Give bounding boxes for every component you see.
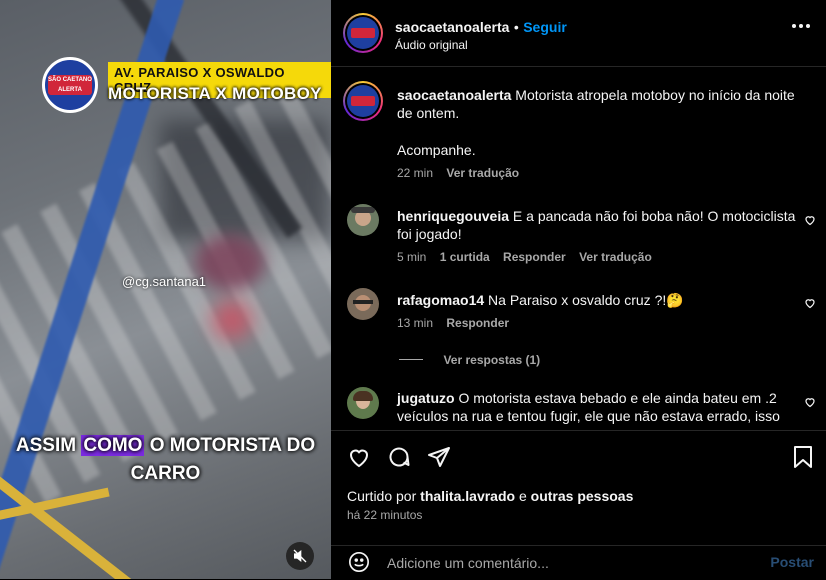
video-caption: ASSIM COMO O MOTORISTA DO CARRO (0, 432, 331, 488)
liked-by: Curtido por thalita.lavrado e outras pes… (347, 487, 633, 505)
comment-username[interactable]: rafagomao14 (397, 292, 484, 308)
comment-meta: 5 min 1 curtida Responder Ver tradução (397, 250, 652, 264)
logo-text: SÃO CAETANO (48, 77, 92, 83)
view-replies[interactable]: Ver respostas (1) (399, 351, 540, 369)
like-comment-icon[interactable] (804, 214, 816, 226)
post-comment-button[interactable]: Postar (770, 554, 814, 570)
liked-by-user[interactable]: thalita.lavrado (420, 488, 515, 504)
comments-list: saocaetanoalerta Motorista atropela moto… (331, 67, 826, 429)
comment-composer: Postar (331, 545, 826, 580)
liked-by-prefix: Curtido por (347, 488, 421, 504)
comment-time[interactable]: 5 min (397, 250, 426, 264)
commenter-avatar[interactable] (347, 204, 379, 236)
author-avatar[interactable] (343, 81, 383, 121)
caption-time[interactable]: 22 min (397, 166, 433, 180)
caption-text: ASSIM (15, 435, 82, 456)
comment-likes[interactable]: 1 curtida (440, 250, 490, 264)
reply-button[interactable]: Responder (446, 316, 509, 330)
emoji-icon[interactable] (348, 551, 370, 573)
caption-highlight: COMO (81, 435, 145, 456)
caption-username[interactable]: saocaetanoalerta (397, 87, 511, 103)
post-header: saocaetanoalerta • Seguir Áudio original (331, 0, 826, 67)
commenter-avatar[interactable] (347, 288, 379, 320)
follow-button[interactable]: Seguir (523, 19, 567, 35)
comment-text: O motorista estava bebado e ele ainda ba… (397, 390, 780, 424)
save-bookmark-icon[interactable] (792, 445, 814, 469)
liked-by-mid: e (515, 488, 531, 504)
post-actions: Curtido por thalita.lavrado e outras pes… (331, 430, 826, 549)
logo-text: ALERTA (58, 87, 82, 93)
liked-by-others[interactable]: outras pessoas (531, 488, 634, 504)
like-icon[interactable] (347, 445, 371, 469)
comment-input[interactable] (385, 552, 749, 574)
audio-link[interactable]: Áudio original (395, 38, 468, 52)
post-caption: saocaetanoalerta Motorista atropela moto… (397, 86, 797, 122)
comment-username[interactable]: jugatuzo (397, 390, 455, 406)
video-credit: @cg.santana1 (122, 274, 207, 289)
comment: jugatuzo O motorista estava bebado e ele… (397, 389, 797, 425)
author-avatar[interactable] (343, 13, 383, 53)
translate-link[interactable]: Ver tradução (579, 250, 652, 264)
caption-line-2: CARRO (130, 463, 201, 484)
author-username[interactable]: saocaetanoalerta (395, 19, 509, 35)
caption-text-2: Acompanhe. (397, 142, 476, 158)
view-replies-label[interactable]: Ver respostas (1) (443, 353, 540, 367)
comment-time[interactable]: 13 min (397, 316, 433, 330)
comment-text: Na Paraiso x osvaldo cruz ?!🤔 (488, 292, 684, 308)
video-title: MOTORISTA X MOTOBOY (108, 84, 322, 103)
comment: henriquegouveia E a pancada não foi boba… (397, 207, 797, 243)
channel-logo: SÃO CAETANO ALERTA (42, 57, 98, 113)
share-icon[interactable] (427, 445, 451, 469)
post-panel: saocaetanoalerta • Seguir Áudio original… (331, 0, 826, 579)
reel-video[interactable]: SÃO CAETANO ALERTA AV. PARAISO X OSWALDO… (0, 0, 331, 579)
caption-text: O MOTORISTA DO (144, 435, 316, 456)
like-comment-icon[interactable] (804, 396, 816, 408)
separator-dot: • (513, 19, 519, 35)
mute-button[interactable] (286, 542, 314, 570)
reply-button[interactable]: Responder (503, 250, 566, 264)
comment-icon[interactable] (387, 445, 411, 469)
comment-username[interactable]: henriquegouveia (397, 208, 509, 224)
muted-speaker-icon (293, 549, 307, 563)
translate-link[interactable]: Ver tradução (446, 166, 519, 180)
comment-meta: 13 min Responder (397, 316, 509, 330)
post-timestamp[interactable]: há 22 minutos (347, 508, 422, 522)
like-comment-icon[interactable] (804, 297, 816, 309)
more-options-icon[interactable] (792, 24, 810, 28)
commenter-avatar[interactable] (347, 387, 379, 419)
comment: rafagomao14 Na Paraiso x osvaldo cruz ?!… (397, 291, 797, 309)
tail-light-glow (212, 300, 252, 340)
caption-meta: 22 min Ver tradução (397, 166, 519, 180)
replies-line (399, 359, 423, 361)
